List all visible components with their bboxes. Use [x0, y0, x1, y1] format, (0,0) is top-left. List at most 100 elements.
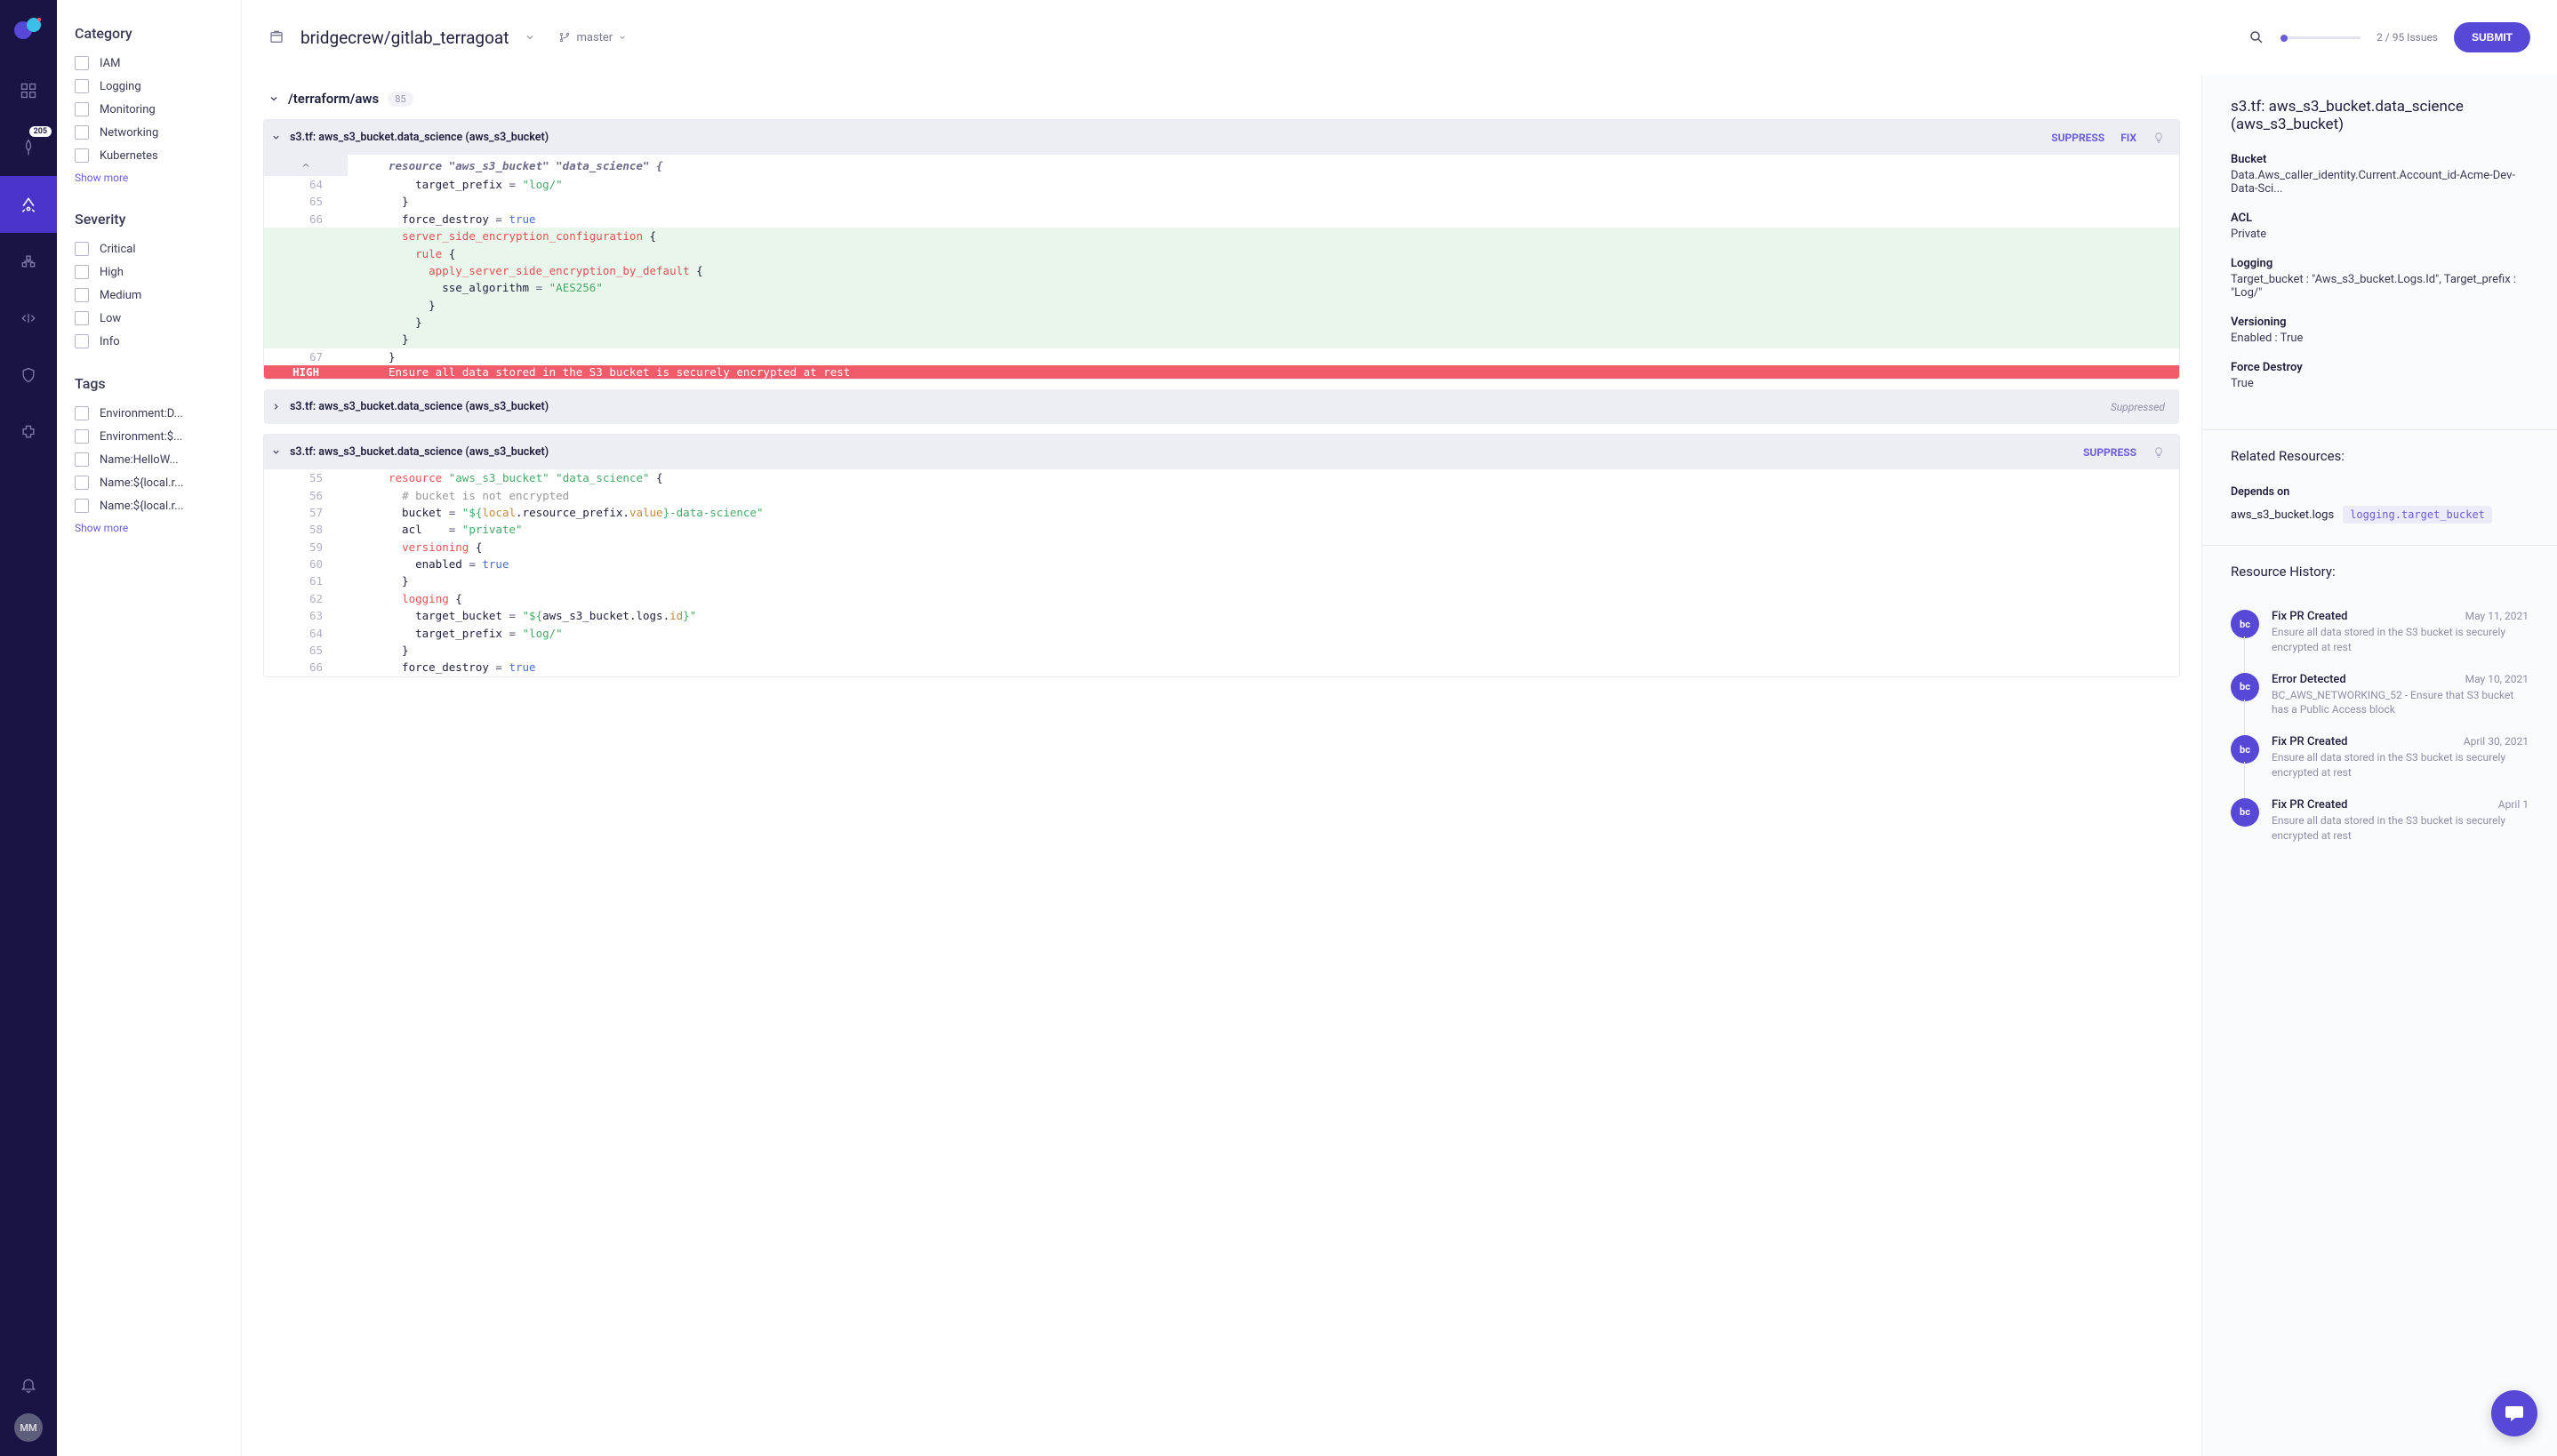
history-icon: bc [2231, 610, 2259, 638]
checkbox[interactable] [75, 334, 89, 348]
history-item[interactable]: bcFix PR CreatedApril 30, 2021Ensure all… [2231, 726, 2529, 789]
filter-item[interactable]: Networking [75, 125, 223, 140]
history-title: Error Detected [2272, 673, 2346, 686]
history-item[interactable]: bcFix PR CreatedMay 11, 2021Ensure all d… [2231, 601, 2529, 664]
filter-group-severity: Severity Critical High Medium Low Info [75, 211, 223, 348]
filter-item[interactable]: Name:${local.r... [75, 476, 223, 490]
checkbox[interactable] [75, 102, 89, 116]
nav-security[interactable] [0, 347, 57, 404]
nav-dashboard[interactable] [0, 62, 57, 119]
issue-title: s3.tf: aws_s3_bucket.data_science (aws_s… [290, 400, 2102, 413]
history-date: April 30, 2021 [2464, 735, 2529, 748]
filter-title: Severity [75, 211, 223, 228]
history-desc: Ensure all data stored in the S3 bucket … [2272, 750, 2529, 780]
code-line: 56 # bucket is not encrypted [264, 487, 2179, 504]
history-icon: bc [2231, 735, 2259, 764]
depends-resource[interactable]: aws_s3_bucket.logs [2231, 508, 2334, 522]
code-line: 55resource "aws_s3_bucket" "data_science… [264, 469, 2179, 486]
nav-integrations[interactable] [0, 404, 57, 460]
code-line: 65 } [264, 193, 2179, 210]
issue-header[interactable]: s3.tf: aws_s3_bucket.data_science (aws_s… [264, 435, 2179, 469]
meta-block: VersioningEnabled : True [2231, 316, 2529, 345]
filter-label: Monitoring [100, 103, 156, 116]
folder-header[interactable]: /terraform/aws 85 [263, 75, 2180, 119]
submit-button[interactable]: SUBMIT [2454, 22, 2530, 52]
search-icon[interactable] [2248, 29, 2264, 45]
filter-item[interactable]: Name:${local.r... [75, 499, 223, 513]
history-item[interactable]: bcError DetectedMay 10, 2021BC_AWS_NETWO… [2231, 664, 2529, 727]
history-title: Fix PR Created [2272, 798, 2348, 812]
history-item[interactable]: bcFix PR CreatedApril 1Ensure all data s… [2231, 789, 2529, 852]
expand-context-button[interactable] [264, 155, 348, 176]
meta-block: LoggingTarget_bucket : "Aws_s3_bucket.Lo… [2231, 257, 2529, 300]
history-date: May 11, 2021 [2465, 610, 2529, 623]
depends-on-label: Depends on [2231, 485, 2529, 499]
show-more-category[interactable]: Show more [75, 172, 223, 184]
user-avatar[interactable]: MM [14, 1413, 43, 1442]
filter-item[interactable]: Environment:D... [75, 406, 223, 420]
filter-item[interactable]: Logging [75, 79, 223, 93]
issues-progress[interactable] [2280, 36, 2361, 39]
checkbox[interactable] [75, 499, 89, 513]
filter-title: Tags [75, 375, 223, 392]
checkbox[interactable] [75, 79, 89, 93]
checkbox[interactable] [75, 125, 89, 140]
checkbox[interactable] [75, 265, 89, 279]
issue-header[interactable]: s3.tf: aws_s3_bucket.data_science (aws_s… [264, 389, 2179, 424]
lightbulb-icon[interactable] [2152, 132, 2165, 144]
filter-item[interactable]: Environment:$... [75, 429, 223, 444]
filter-item[interactable]: Monitoring [75, 102, 223, 116]
nav-projects[interactable] [0, 176, 57, 233]
filter-item[interactable]: IAM [75, 56, 223, 70]
filter-label: IAM [100, 57, 120, 70]
meta-value: True [2231, 377, 2529, 390]
fix-button[interactable]: FIX [2120, 132, 2136, 144]
checkbox[interactable] [75, 429, 89, 444]
checkbox[interactable] [75, 148, 89, 163]
topbar: bridgecrew/gitlab_terragoat master 2 / 9… [242, 0, 2557, 75]
repo-dropdown[interactable] [525, 32, 535, 43]
nav-resources[interactable] [0, 233, 57, 290]
code-line: rule { [264, 245, 2179, 262]
code-block: resource "aws_s3_bucket" "data_science" … [264, 155, 2179, 379]
filter-item[interactable]: Critical [75, 242, 223, 256]
filter-item[interactable]: Medium [75, 288, 223, 302]
checkbox[interactable] [75, 56, 89, 70]
logo[interactable] [12, 12, 44, 44]
checkbox[interactable] [75, 242, 89, 256]
filter-item[interactable]: High [75, 265, 223, 279]
suppress-button[interactable]: SUPPRESS [2051, 132, 2104, 144]
filter-item[interactable]: Info [75, 334, 223, 348]
show-more-tags[interactable]: Show more [75, 522, 223, 534]
checkbox[interactable] [75, 311, 89, 325]
nav-code[interactable] [0, 290, 57, 347]
issue-card: s3.tf: aws_s3_bucket.data_science (aws_s… [263, 119, 2180, 380]
filter-item[interactable]: Name:HelloW... [75, 452, 223, 467]
branch-selector[interactable]: master [558, 31, 627, 44]
code-line: 60 enabled = true [264, 556, 2179, 572]
meta-value: Target_bucket : "Aws_s3_bucket.Logs.Id",… [2231, 273, 2529, 300]
chat-button[interactable] [2491, 1390, 2537, 1436]
suppress-button[interactable]: SUPPRESS [2083, 446, 2136, 459]
filter-label: Kubernetes [100, 149, 158, 163]
history-date: May 10, 2021 [2465, 673, 2529, 686]
checkbox[interactable] [75, 406, 89, 420]
nav-activity[interactable]: 205 [0, 119, 57, 176]
history-desc: Ensure all data stored in the S3 bucket … [2272, 625, 2529, 655]
depends-attribute-chip[interactable]: logging.target_bucket [2343, 506, 2492, 524]
filter-item[interactable]: Low [75, 311, 223, 325]
checkbox[interactable] [75, 476, 89, 490]
meta-label: Versioning [2231, 316, 2529, 329]
code-line: } [264, 331, 2179, 348]
filter-label: Low [100, 312, 121, 325]
meta-label: ACL [2231, 212, 2529, 225]
filter-item[interactable]: Kubernetes [75, 148, 223, 163]
issue-header[interactable]: s3.tf: aws_s3_bucket.data_science (aws_s… [264, 120, 2179, 155]
checkbox[interactable] [75, 452, 89, 467]
checkbox[interactable] [75, 288, 89, 302]
meta-label: Bucket [2231, 153, 2529, 166]
nav-notifications[interactable] [0, 1367, 57, 1403]
lightbulb-icon[interactable] [2152, 446, 2165, 459]
filter-group-category: Category IAMLoggingMonitoringNetworkingK… [75, 25, 223, 184]
history-desc: Ensure all data stored in the S3 bucket … [2272, 813, 2529, 844]
